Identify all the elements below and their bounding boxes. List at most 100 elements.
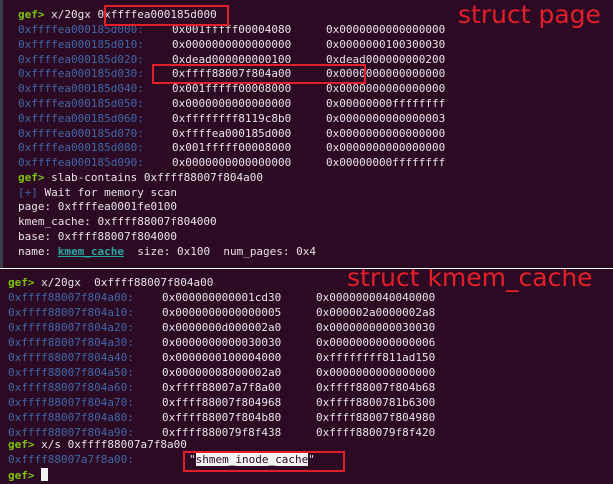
address: 0xffffea000185d020: (18, 52, 144, 66)
address: 0xffff88007f804a70: (8, 396, 134, 409)
terminal-struct-page: gef> x/20gx 0xffffea000185d000 0xffffea0… (0, 0, 613, 268)
value-1: 0x0000000100004000 (162, 351, 282, 364)
command-line: gef> x/20gx 0xffff88007f804a00 (8, 276, 213, 290)
value-2: 0x0000000000000006 (316, 336, 436, 349)
memory-row: 0xffff88007f804a80: 0xffff88007f804b80 0xf… (8, 411, 435, 425)
prompt-line[interactable]: gef> (8, 468, 49, 483)
command: slab-contains 0xffff88007f804a00 (51, 171, 264, 184)
highlight-box-command (104, 5, 229, 26)
value-1: 0xffff88007a7f8a00 (162, 381, 282, 394)
size-info: size: 0x100 num_pages: 0x4 (123, 245, 317, 258)
value-1: 0x0000000000000000 (172, 97, 292, 110)
value-1: 0x00000008000002a0 (162, 366, 282, 379)
memory-row: 0xffff88007f804a10: 0x0000000000000005 0x0… (8, 306, 435, 320)
prompt: gef> (18, 8, 45, 21)
value-2: 0x00000000ffffffff (326, 156, 446, 170)
memory-row: 0xffff88007f804a40: 0x0000000100004000 0xf… (8, 351, 435, 365)
memory-row: 0xffff88007f804a70: 0xffff88007f804968 0xf… (8, 396, 435, 410)
value-2: 0x0000000100300030 (326, 37, 446, 51)
memory-row: 0xffffea000185d030: 0xffff88007f804a00 0x0… (18, 67, 445, 81)
value-1: 0x0000000000000000 (172, 37, 292, 51)
page-line: page: 0xffffea0001fe0100 (18, 200, 177, 213)
value-2: 0xffff88007f804980 (316, 411, 436, 424)
address: 0xffff88007f804a40: (8, 351, 134, 364)
address: 0xffff88007f804a80: (8, 411, 134, 424)
address: 0xffffea000185d070: (18, 126, 144, 140)
memory-row: 0xffffea000185d080: 0x001fffff00008000 0x0… (18, 141, 445, 155)
wait-text: Wait for memory scan (44, 186, 177, 199)
name-link[interactable]: kmem_cache (58, 245, 124, 258)
value-2: 0x00000000ffffffff (326, 97, 446, 110)
value-1: 0x0000000d000002a0 (162, 321, 282, 334)
memory-row: 0xffff88007f804a30: 0x0000000000030030 0x0… (8, 336, 435, 350)
prompt: gef> (18, 171, 45, 184)
kmem-cache-line: kmem_cache: 0xffff88007f804000 (18, 215, 217, 228)
address: 0xffffea000185d080: (18, 141, 144, 155)
memory-row: 0xffffea000185d050: 0x0000000000000000 0x0… (18, 97, 445, 111)
annotation-struct-page: struct page (458, 0, 601, 29)
wait-line: [+] Wait for memory scan (18, 186, 177, 200)
command: x/20gx 0xffff88007f804a00 (41, 276, 214, 289)
prompt: gef> (8, 469, 35, 482)
value-1: 0xffff88007f804b80 (162, 411, 282, 424)
slab-command-line: gef> slab-contains 0xffff88007f804a00 (18, 171, 263, 185)
command: x/20gx (51, 8, 91, 21)
memory-row: 0xffffea000185d060: 0xffffffff8119c8b0 0x0… (18, 111, 445, 126)
address: 0xffffea000185d060: (18, 111, 144, 125)
address: 0xffff88007f804a30: (8, 336, 134, 349)
annotation-struct-kmem-cache: struct kmem_cache (347, 269, 593, 292)
string-line: 0xffff88007a7f8a00: "shmem_inode_cache" (8, 453, 315, 466)
highlight-box-slab-pointer (152, 64, 366, 84)
value-1: 0x0000000000000005 (162, 306, 282, 319)
value-2: 0x0000000040040000 (316, 291, 436, 304)
value-1: 0xffffea000185d000 (172, 126, 292, 140)
address: 0xffff88007f804a60: (8, 381, 134, 394)
memory-row: 0xffff88007f804a50: 0x00000008000002a0 0x0… (8, 366, 435, 380)
value-2: 0xffffffff811ad150 (316, 351, 436, 364)
address: 0xffff88007f804a00: (8, 291, 134, 304)
memory-row: 0xffffea000185d090: 0x0000000000000000 0x0… (18, 156, 445, 170)
address: 0xffffea000185d040: (18, 82, 144, 96)
value-1: 0xffff88007f804968 (162, 396, 282, 409)
memory-row: 0xffffea000185d070: 0xffffea000185d000 0x0… (18, 126, 445, 141)
value-2: 0xffff88007f804b68 (316, 381, 436, 394)
info-marker: [+] (18, 186, 38, 199)
memory-row: 0xffff88007f804a20: 0x0000000d000002a0 0x0… (8, 321, 435, 335)
xs-command-line: gef> x/s 0xffff88007a7f8a00 (8, 438, 187, 452)
value-1: 0xffffffff8119c8b0 (172, 111, 292, 125)
address: 0xffff88007f804a20: (8, 321, 134, 334)
address: 0xffff88007a7f8a00: (8, 453, 134, 466)
address: 0xffff88007f804a10: (8, 306, 134, 319)
memory-row: 0xffff88007f804a00: 0x000000000001cd30 0x0… (8, 291, 435, 305)
highlight-box-name (183, 451, 345, 472)
value-2: 0x0000000000000000 (326, 23, 446, 36)
address: 0xffffea000185d090: (18, 156, 144, 170)
memory-row: 0xffffea000185d020: 0xdead000000000100 0xd… (18, 52, 445, 67)
memory-row: 0xffffea000185d010: 0x0000000000000000 0x0… (18, 37, 445, 52)
value-2: 0x0000000000000000 (326, 82, 446, 96)
value-2: 0x000002a0000002a8 (316, 306, 436, 319)
value-2: 0xffff8800781b6300 (316, 396, 436, 409)
address: 0xffff88007f804a50: (8, 366, 134, 379)
memory-row: 0xffff88007f804a60: 0xffff88007a7f8a00 0xf… (8, 381, 435, 395)
value-2: 0x0000000000000000 (326, 141, 446, 155)
value-2: 0x0000000000000000 (316, 366, 436, 379)
base-line: base: 0xffff88007f804000 (18, 230, 177, 243)
prompt: gef> (8, 276, 35, 289)
command: x/s 0xffff88007a7f8a00 (41, 438, 187, 451)
address: 0xffffea000185d030: (18, 67, 144, 81)
name-label: name: (18, 245, 52, 258)
value-2: 0x0000000000000000 (326, 126, 446, 140)
value-2: 0x0000000000000003 (326, 111, 446, 125)
address: 0xffffea000185d010: (18, 37, 144, 51)
value-2: 0x0000000000030030 (316, 321, 436, 334)
value-1: 0x000000000001cd30 (162, 291, 282, 304)
name-line: name: kmem_cache size: 0x100 num_pages: … (18, 245, 316, 259)
prompt: gef> (8, 438, 35, 451)
value-1: 0x0000000000030030 (162, 336, 282, 349)
cursor (41, 468, 49, 481)
value-2: 0xffff880079f8f420 (316, 426, 436, 439)
value-1: 0x001fffff00008000 (172, 82, 292, 96)
memory-row: 0xffffea000185d040: 0x001fffff00008000 0x0… (18, 82, 445, 96)
terminal-struct-kmem-cache: gef> x/20gx 0xffff88007f804a00 0xffff880… (0, 269, 613, 484)
